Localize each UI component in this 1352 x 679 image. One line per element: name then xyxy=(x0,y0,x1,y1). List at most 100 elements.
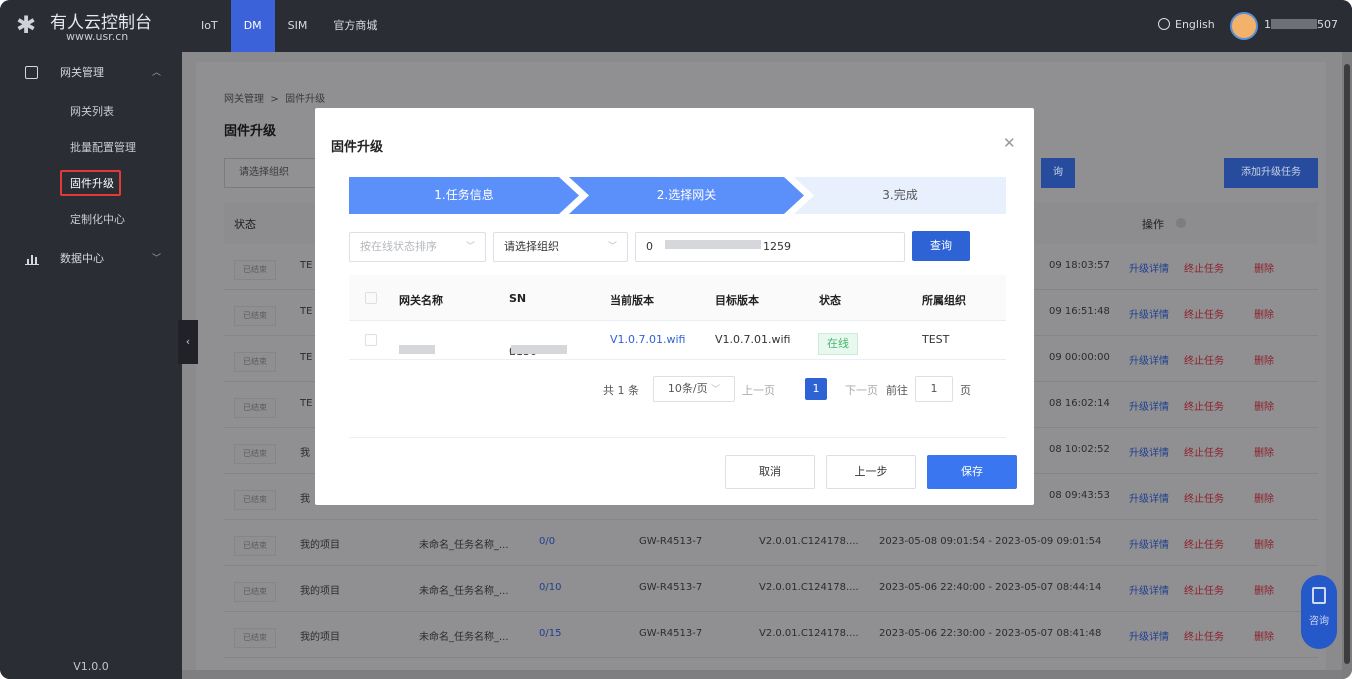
topnav-sim[interactable]: SIM xyxy=(275,0,321,52)
topnav-iot[interactable]: IoT xyxy=(188,0,231,52)
prev-page-button[interactable]: 上一页 xyxy=(742,382,775,398)
save-button[interactable]: 保存 xyxy=(927,455,1017,489)
step-task-info: 1.任务信息 xyxy=(349,177,579,214)
scrollbar-thumb[interactable] xyxy=(1344,64,1350,664)
upgrade-detail-link[interactable]: 升级详情 xyxy=(1129,582,1169,597)
delete-link[interactable]: 删除 xyxy=(1254,352,1274,367)
delete-link[interactable]: 删除 xyxy=(1254,444,1274,459)
dialog-title: 固件升级 xyxy=(331,140,384,155)
query-button[interactable]: 询 xyxy=(1041,158,1075,188)
project-name: 我 xyxy=(300,494,310,505)
task-name: 未命名_任务名称_... xyxy=(419,586,509,597)
breadcrumb-parent[interactable]: 网关管理 xyxy=(224,94,264,105)
add-task-button[interactable]: 添加升级任务 xyxy=(1224,158,1318,188)
online-sort-placeholder: 按在线状态排序 xyxy=(360,240,437,253)
delete-link[interactable]: 删除 xyxy=(1254,490,1274,505)
online-sort-select[interactable]: 按在线状态排序 ﹀ xyxy=(349,232,486,262)
upgrade-detail-link[interactable]: 升级详情 xyxy=(1129,444,1169,459)
page-title: 固件升级 xyxy=(224,124,277,139)
org-select-placeholder: 请选择组织 xyxy=(504,240,559,253)
cancel-button[interactable]: 取消 xyxy=(725,455,815,489)
table-row[interactable]: 已结束 我的项目 未命名_任务名称_... 0/0 GW-R4513-7 V2.0.01.… xyxy=(224,520,1318,566)
table-row[interactable]: 已结束 我的项目 未命名_任务名称_... 0/15 GW-R4513-7 V2.0.01… xyxy=(224,612,1318,658)
progress-link[interactable]: 0/10 xyxy=(539,582,561,593)
select-all-checkbox[interactable] xyxy=(365,292,377,304)
goto-page-input[interactable]: 1 xyxy=(915,376,953,402)
breadcrumb-current: 固件升级 xyxy=(285,94,326,105)
avatar[interactable] xyxy=(1230,12,1258,40)
upgrade-detail-link[interactable]: 升级详情 xyxy=(1129,628,1169,643)
upgrade-detail-link[interactable]: 升级详情 xyxy=(1129,352,1169,367)
stop-task-link[interactable]: 终止任务 xyxy=(1184,536,1224,551)
delete-link[interactable]: 删除 xyxy=(1254,582,1274,597)
status-badge: 已结束 xyxy=(234,628,276,648)
upgrade-detail-link[interactable]: 升级详情 xyxy=(1129,306,1169,321)
language-switch[interactable]: English xyxy=(1158,18,1215,31)
stop-task-link[interactable]: 终止任务 xyxy=(1184,444,1224,459)
back-button[interactable]: 上一步 xyxy=(826,455,916,489)
task-time: 2023-05-08 09:01:54 - 2023-05-09 09:01:5… xyxy=(879,536,1102,547)
upgrade-detail-link[interactable]: 升级详情 xyxy=(1129,490,1169,505)
delete-link[interactable]: 删除 xyxy=(1254,398,1274,413)
target-version: V1.0.7.01.wifi xyxy=(715,333,791,346)
next-page-button[interactable]: 下一页 xyxy=(845,382,878,398)
task-time: 09 18:03:57 xyxy=(1049,260,1110,271)
column-status: 状态 xyxy=(819,294,841,307)
sidebar-collapse-button[interactable]: ‹ xyxy=(178,320,198,364)
topnav-store[interactable]: 官方商城 xyxy=(320,0,390,52)
upgrade-detail-link[interactable]: 升级详情 xyxy=(1129,398,1169,413)
task-time: 09 16:51:48 xyxy=(1049,306,1110,317)
delete-link[interactable]: 删除 xyxy=(1254,628,1274,643)
upgrade-detail-link[interactable]: 升级详情 xyxy=(1129,536,1169,551)
firmware-version: V2.0.01.C124178.... xyxy=(759,628,859,639)
goto-label: 前往 xyxy=(886,384,908,397)
column-org: 所属组织 xyxy=(922,294,966,307)
sidebar-item-gateway-list[interactable]: 网关列表 xyxy=(0,94,182,130)
stop-task-link[interactable]: 终止任务 xyxy=(1184,582,1224,597)
sidebar-item-firmware-upgrade[interactable]: 固件升级 xyxy=(0,166,182,202)
gateway-search-input[interactable]: 0 1259 xyxy=(635,232,905,262)
org-select[interactable]: 请选择组织 ﹀ xyxy=(493,232,628,262)
language-label: English xyxy=(1175,18,1215,31)
delete-link[interactable]: 删除 xyxy=(1254,536,1274,551)
delete-link[interactable]: 删除 xyxy=(1254,260,1274,275)
stop-task-link[interactable]: 终止任务 xyxy=(1184,306,1224,321)
page-size-select[interactable]: 10条/页 ﹀ xyxy=(653,376,735,402)
brand-logo[interactable]: ✱ 有人云控制台 www.usr.cn xyxy=(16,6,176,46)
close-icon[interactable]: ✕ xyxy=(1003,134,1016,152)
table-row[interactable]: 0130.. V1.0.7.01.wifi V1.0.7.01.wifi 在线 … xyxy=(349,321,1006,360)
firmware-upgrade-dialog: 固件升级 ✕ 1.任务信息 2.选择网关 3.完成 按在线状态排序 ﹀ 请选择组织… xyxy=(315,108,1034,505)
page-number-current[interactable]: 1 xyxy=(805,378,827,400)
consult-button[interactable]: 咨询 xyxy=(1301,575,1337,649)
upgrade-detail-link[interactable]: 升级详情 xyxy=(1129,260,1169,275)
help-icon xyxy=(1176,218,1186,228)
sidebar-item-batch-config[interactable]: 批量配置管理 xyxy=(0,130,182,166)
user-account[interactable]: 1 507 xyxy=(1264,18,1338,31)
stop-task-link[interactable]: 终止任务 xyxy=(1184,398,1224,413)
row-checkbox[interactable] xyxy=(365,334,377,346)
sidebar-group-data-center[interactable]: 数据中心 ﹀ xyxy=(0,238,182,280)
progress-link[interactable]: 0/15 xyxy=(539,628,561,639)
delete-link[interactable]: 删除 xyxy=(1254,306,1274,321)
task-time: 08 10:02:52 xyxy=(1049,444,1110,455)
firmware-version: V2.0.01.C124178.... xyxy=(759,536,859,547)
status-badge: 已结束 xyxy=(234,398,276,418)
sidebar-group-gateway[interactable]: 网关管理 ︿ xyxy=(0,52,182,94)
stop-task-link[interactable]: 终止任务 xyxy=(1184,352,1224,367)
sidebar-item-custom-center[interactable]: 定制化中心 xyxy=(0,202,182,238)
current-version-link[interactable]: V1.0.7.01.wifi xyxy=(610,333,686,346)
table-row[interactable]: 已结束 我的项目 未命名_任务名称_... 0/10 GW-R4513-7 V2.0.01… xyxy=(224,566,1318,612)
dialog-query-button[interactable]: 查询 xyxy=(912,231,970,261)
stop-task-link[interactable]: 终止任务 xyxy=(1184,490,1224,505)
topnav-dm[interactable]: DM xyxy=(230,0,275,52)
stop-task-link[interactable]: 终止任务 xyxy=(1184,628,1224,643)
progress-link[interactable]: 0/0 xyxy=(539,536,555,547)
scrollbar[interactable] xyxy=(1342,52,1352,679)
project-name: TE xyxy=(300,352,313,363)
pagination-total: 共 1 条 xyxy=(603,384,639,397)
gateway-icon xyxy=(25,66,38,79)
chevron-down-icon: ﹀ xyxy=(711,385,721,395)
pagination: 共 1 条 10条/页 ﹀ 上一页 1 下一页 前往 1 页 xyxy=(349,370,1006,410)
stop-task-link[interactable]: 终止任务 xyxy=(1184,260,1224,275)
gateway-table: 网关名称 SN 当前版本 目标版本 状态 所属组织 0130.. V1.0.7.… xyxy=(349,275,1006,360)
